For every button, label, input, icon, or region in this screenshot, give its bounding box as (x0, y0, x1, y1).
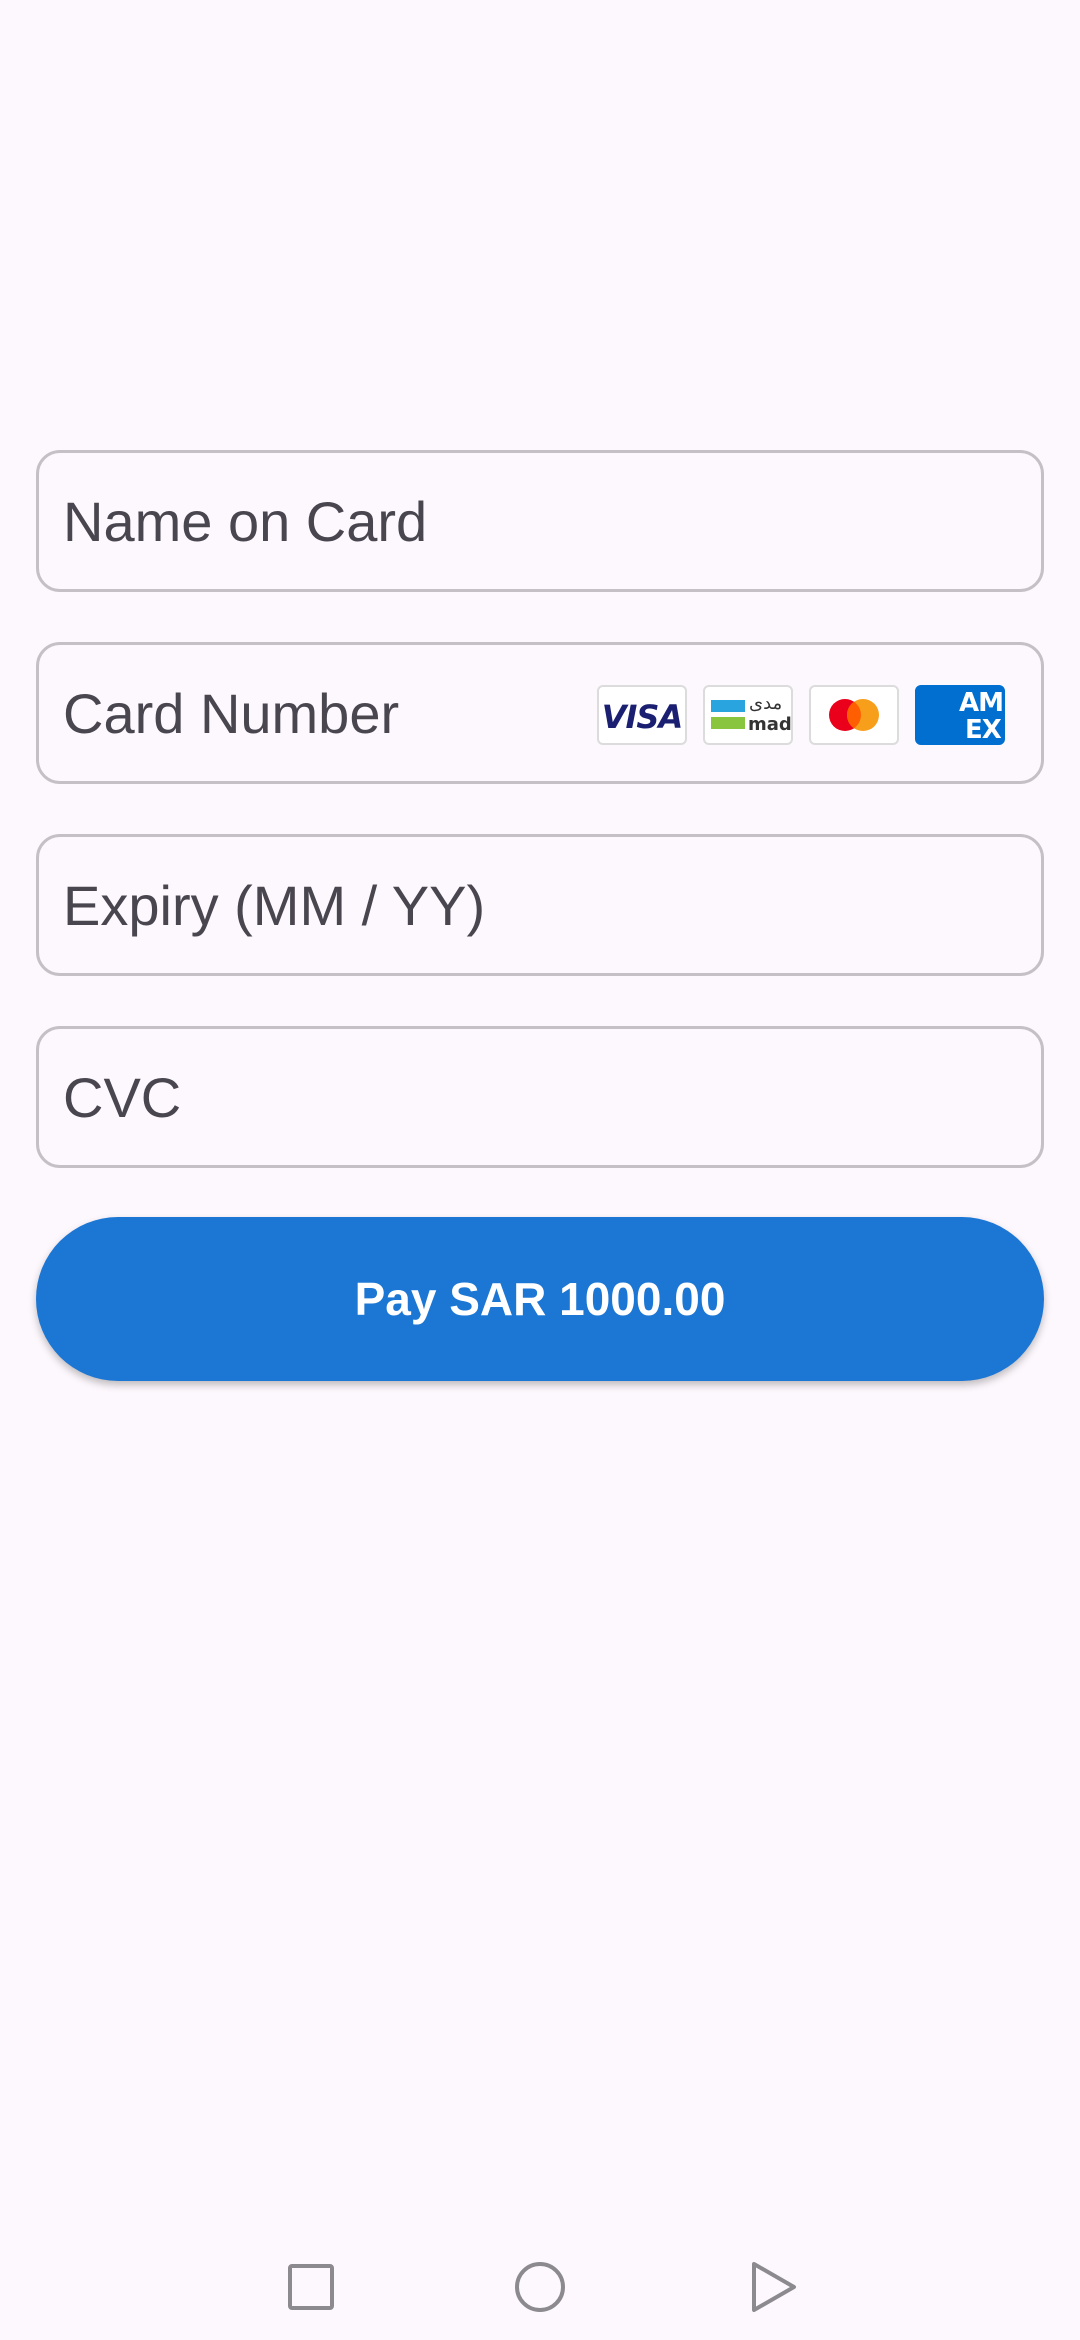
cvc-field[interactable] (36, 1026, 1044, 1168)
navigation-bar (0, 2215, 1080, 2340)
expiry-field[interactable] (36, 834, 1044, 976)
amex-logo-text-top: AM (959, 688, 1003, 718)
square-icon (288, 2264, 334, 2310)
name-on-card-input[interactable] (39, 453, 1041, 589)
circle-icon (515, 2262, 565, 2312)
status-bar (0, 0, 1080, 90)
card-brand-logos: VISA مدى mada AM EX (597, 685, 1005, 745)
visa-logo-text: VISA (601, 698, 683, 736)
mada-logo-text: mada (748, 714, 792, 735)
mada-logo: مدى mada (703, 685, 793, 745)
home-button[interactable] (510, 2257, 570, 2317)
back-button[interactable] (743, 2257, 803, 2317)
card-number-field[interactable]: VISA مدى mada AM EX (36, 642, 1044, 784)
mastercard-logo (809, 685, 899, 745)
recents-button[interactable] (281, 2257, 341, 2317)
pay-button-label: Pay SAR 1000.00 (354, 1273, 726, 1325)
pay-button[interactable]: Pay SAR 1000.00 (36, 1217, 1044, 1381)
amex-logo-text-bottom: EX (965, 715, 1002, 745)
triangle-icon (752, 2262, 796, 2312)
name-on-card-field[interactable] (36, 450, 1044, 592)
visa-logo: VISA (597, 685, 687, 745)
cvc-input[interactable] (39, 1029, 1041, 1165)
mada-logo-arabic-text: مدى (749, 693, 783, 714)
amex-logo: AM EX (915, 685, 1005, 745)
expiry-input[interactable] (39, 837, 1041, 973)
